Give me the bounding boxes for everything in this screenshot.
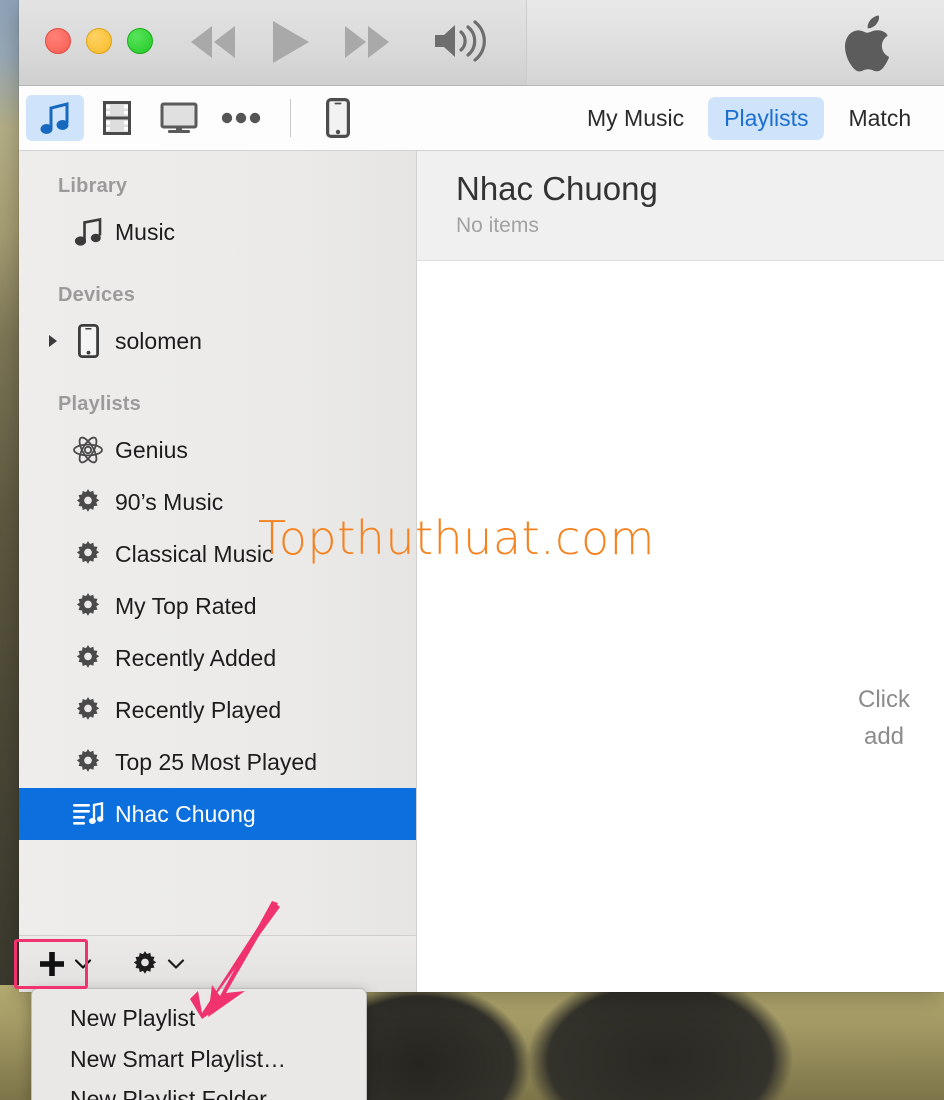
plus-icon [40,952,64,976]
page-title: Nhac Chuong [456,170,658,207]
playlist-header: Nhac Chuong No items [417,151,944,261]
main-content: Nhac Chuong No items Click add [417,151,944,992]
sidebar-item-solomen[interactable]: solomen [19,315,416,367]
gear-icon [71,747,105,777]
rewind-icon [191,26,235,58]
chevron-down-icon [74,959,92,969]
media-icon-more[interactable] [212,95,270,141]
gear-icon [133,951,157,974]
playlist-note-icon [71,801,105,827]
media-icon-movies[interactable] [88,95,146,141]
sidebar-heading-playlists: Playlists [58,393,141,415]
music-note-icon [71,217,105,247]
device-icon-button[interactable] [309,95,367,141]
gear-icon [71,591,105,621]
music-note-icon [40,102,69,134]
sidebar-item-music[interactable]: Music [19,206,416,258]
toolbar-divider [290,99,291,137]
media-kind-switcher [19,95,367,141]
empty-hint-line-2: add [863,723,905,751]
tab-match[interactable]: Match [832,97,927,140]
add-playlist-button[interactable] [33,946,96,982]
sidebar-item-label: My Top Rated [115,592,257,619]
fast-forward-button[interactable] [341,22,393,62]
sidebar-item-nhac-chuong[interactable]: Nhac Chuong [19,788,416,840]
window-body: Library Music Devices solomen Playlists … [19,151,944,992]
sidebar-item-top-25-most-played[interactable]: Top 25 Most Played [19,736,416,788]
chevron-down-icon [167,959,185,969]
menu-item-new-playlist-folder[interactable]: New Playlist Folder [32,1079,366,1100]
gear-icon [71,643,105,673]
play-button[interactable] [267,18,313,66]
sidebar-item-my-top-rated[interactable]: My Top Rated [19,580,416,632]
genius-atom-icon [71,435,105,465]
sidebar-item-label: Nhac Chuong [115,800,256,827]
playlist-settings-button[interactable] [126,946,189,982]
sidebar-item-label: solomen [115,327,202,354]
sidebar-item-recently-played[interactable]: Recently Played [19,684,416,736]
screen-root: My Music Playlists Match Library Music D… [0,0,944,1100]
tab-my-music[interactable]: My Music [571,97,700,140]
play-icon [273,21,309,63]
sidebar-item-label: Music [115,218,176,245]
sidebar-scroll-area: Library Music Devices solomen Playlists … [19,151,416,935]
sidebar-item-90s-music[interactable]: 90’s Music [19,476,416,528]
title-bar [19,0,944,86]
close-button[interactable] [45,28,71,54]
itunes-window: My Music Playlists Match Library Music D… [19,0,944,992]
volume-icon [435,20,486,62]
disclosure-triangle-icon[interactable] [49,335,57,347]
sidebar-item-genius[interactable]: Genius [19,424,416,476]
volume-control[interactable] [431,20,493,67]
gear-icon [71,695,105,725]
iphone-icon [326,98,350,138]
sidebar: Library Music Devices solomen Playlists … [19,151,417,992]
tv-icon [160,102,198,133]
sidebar-item-label: Recently Played [115,696,282,723]
fast-forward-icon [345,26,389,58]
gear-icon [71,539,105,569]
sidebar-item-label: 90’s Music [115,488,224,515]
empty-hint-line-1: Click [858,686,910,713]
tab-playlists[interactable]: Playlists [708,97,825,140]
sidebar-item-recently-added[interactable]: Recently Added [19,632,416,684]
view-tabs: My Music Playlists Match [571,86,927,151]
maximize-button[interactable] [127,28,153,54]
apple-logo [842,13,900,75]
film-strip-icon [103,101,131,135]
traffic-lights [45,28,153,54]
sidebar-item-label: Classical Music [115,540,274,567]
nav-toolbar: My Music Playlists Match [19,86,944,151]
sidebar-item-label: Top 25 Most Played [115,748,318,775]
sidebar-heading-devices: Devices [58,284,136,306]
new-playlist-popup-menu: New Playlist New Smart Playlist… New Pla… [31,988,367,1100]
minimize-button[interactable] [86,28,112,54]
sidebar-item-classical-music[interactable]: Classical Music [19,528,416,580]
sidebar-bottom-toolbar [19,935,416,992]
rewind-button[interactable] [187,22,239,62]
gear-icon [71,487,105,517]
menu-item-new-smart-playlist[interactable]: New Smart Playlist… [32,1039,366,1080]
media-icon-tv-shows[interactable] [150,95,208,141]
sidebar-heading-library: Library [58,175,128,197]
menu-item-new-playlist[interactable]: New Playlist [32,998,366,1039]
empty-playlist-hint: Click add [764,681,944,755]
sidebar-item-label: Recently Added [115,644,277,671]
apple-logo-icon [845,15,890,72]
item-count-label: No items [456,213,539,237]
sidebar-item-label: Genius [115,436,188,463]
media-icon-music[interactable] [26,95,84,141]
more-dots-icon [221,112,261,124]
transport-controls [187,18,393,66]
iphone-icon [71,324,105,358]
